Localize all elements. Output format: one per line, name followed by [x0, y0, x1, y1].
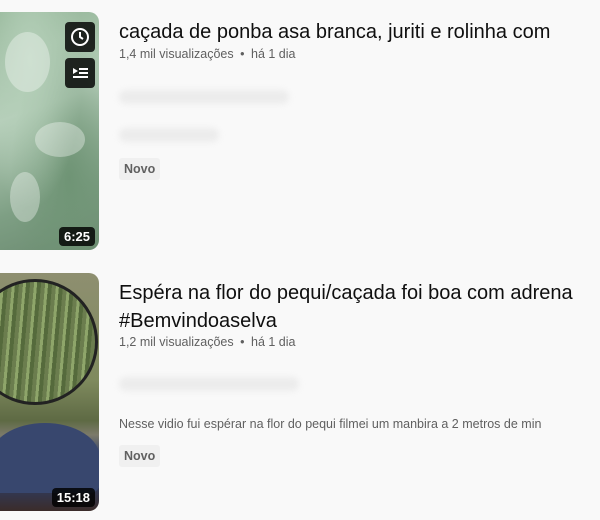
view-count: 1,2 mil visualizações	[119, 335, 234, 349]
video-duration: 6:25	[58, 227, 95, 246]
queue-icon	[73, 68, 88, 78]
view-count: 1,4 mil visualizações	[119, 47, 234, 61]
video-metadata: 1,4 mil visualizações • há 1 dia	[119, 47, 295, 61]
channel-placeholder	[119, 377, 299, 391]
video-item[interactable]: 15:18 Espéra na flor do pequi/caçada foi…	[0, 273, 600, 511]
upload-time: há 1 dia	[251, 47, 296, 61]
video-metadata: 1,2 mil visualizações • há 1 dia	[119, 335, 295, 349]
video-duration: 15:18	[51, 488, 95, 507]
clock-icon	[71, 28, 89, 46]
watch-later-button[interactable]	[65, 22, 95, 52]
description-placeholder	[119, 128, 219, 142]
new-badge: Novo	[119, 158, 161, 180]
scope-ring	[0, 423, 99, 493]
new-badge: Novo	[119, 445, 161, 467]
channel-placeholder	[119, 90, 289, 104]
video-title[interactable]: Espéra na flor do pequi/caçada foi boa c…	[119, 279, 600, 335]
meta-separator: •	[240, 335, 245, 349]
meta-separator: •	[240, 47, 245, 61]
video-thumbnail[interactable]: 6:25	[0, 12, 99, 250]
video-item[interactable]: 6:25 caçada de ponba asa branca, juriti …	[0, 12, 600, 250]
upload-time: há 1 dia	[251, 335, 296, 349]
video-title[interactable]: caçada de ponba asa branca, juriti e rol…	[119, 18, 600, 46]
video-thumbnail[interactable]: 15:18	[0, 273, 99, 511]
video-description: Nesse vidio fui espérar na flor do pequi…	[119, 417, 542, 431]
add-to-queue-button[interactable]	[65, 58, 95, 88]
scope-view	[0, 279, 98, 405]
